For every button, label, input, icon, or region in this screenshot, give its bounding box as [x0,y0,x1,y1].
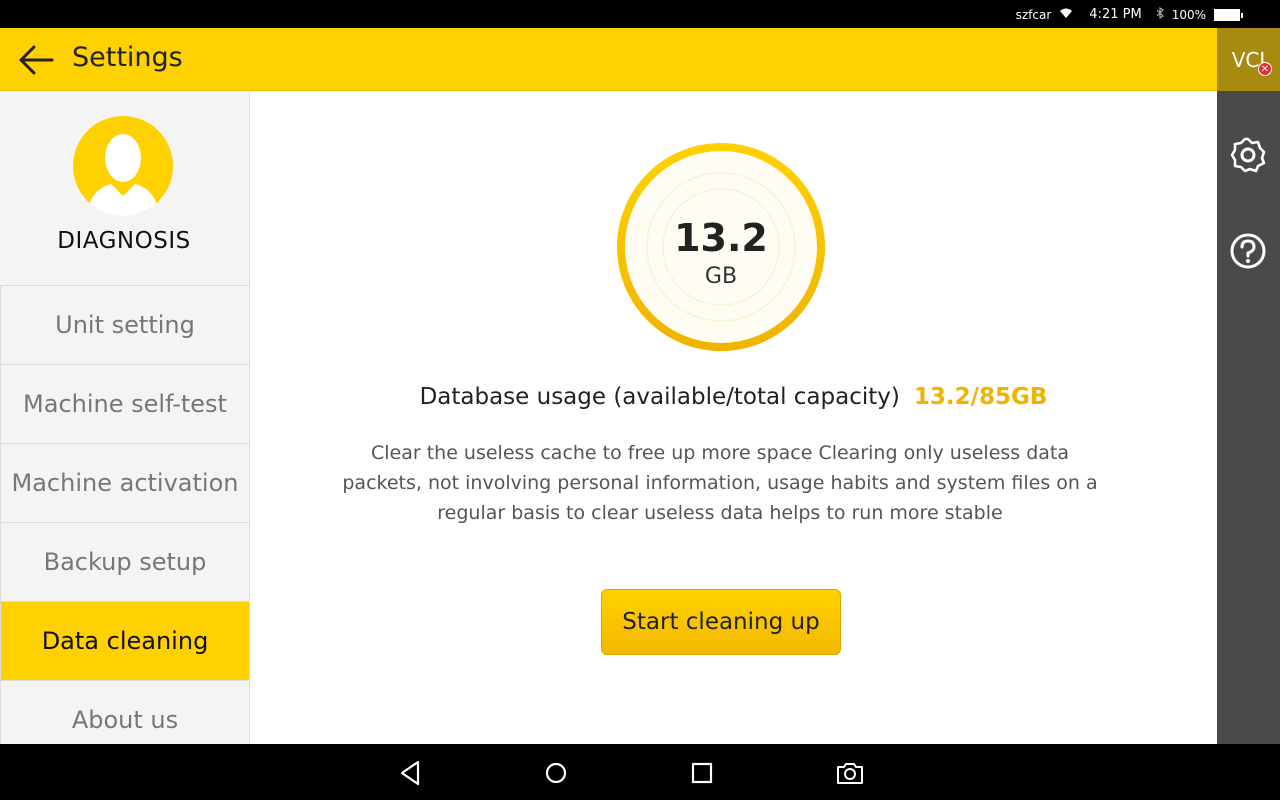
clock: 4:21 PM [1089,7,1142,22]
battery-percent: 100% [1171,7,1206,22]
sidebar-item-machine-activation[interactable]: Machine activation [0,444,249,523]
disconnected-icon: ✕ [1258,62,1272,76]
header-bar: Settings [0,28,1217,91]
bluetooth-icon [1156,6,1164,22]
profile-name: DIAGNOSIS [57,228,191,254]
camera-icon[interactable] [835,758,865,788]
profile-section: DIAGNOSIS [0,92,249,286]
start-cleaning-button[interactable]: Start cleaning up [601,589,841,655]
vci-button[interactable]: VCI ✕ [1217,28,1280,91]
sidebar-item-label: About us [71,706,179,734]
sidebar: DIAGNOSIS Unit setting Machine self-test… [0,92,250,744]
main-content: 13.2 GB Database usage (available/total … [250,92,1217,744]
gear-icon[interactable] [1229,136,1267,174]
right-toolbar: VCI ✕ [1217,28,1280,744]
back-arrow-icon[interactable] [16,42,56,78]
sidebar-item-data-cleaning[interactable]: Data cleaning [0,602,249,681]
avatar-icon [73,116,173,216]
battery-icon [1214,8,1243,21]
gauge-unit: GB [704,264,738,289]
system-nav-bar [0,744,1280,800]
sidebar-item-label: Data cleaning [41,627,209,655]
sidebar-item-unit-setting[interactable]: Unit setting [0,286,249,365]
sidebar-item-backup-setup[interactable]: Backup setup [0,523,249,602]
sidebar-item-label: Machine activation [11,469,239,497]
cleaning-description: Clear the useless cache to free up more … [342,442,1098,524]
nav-recents-icon[interactable] [687,758,717,788]
help-icon[interactable] [1229,232,1267,270]
sidebar-item-about-us[interactable]: About us [0,681,249,744]
nav-back-icon[interactable] [396,758,426,788]
status-bar: szfcar 4:21 PM 100% [0,0,1280,28]
carrier-label: szfcar [1015,7,1052,22]
gauge-value: 13.2 [674,216,768,260]
usage-label: Database usage (available/total capacity… [419,384,900,410]
sidebar-item-label: Machine self-test [23,390,227,418]
sidebar-item-label: Backup setup [43,548,207,576]
page-title: Settings [72,42,183,73]
nav-home-icon[interactable] [541,758,571,788]
sidebar-item-label: Unit setting [55,311,195,339]
wifi-icon [1059,7,1073,22]
sidebar-item-machine-self-test[interactable]: Machine self-test [0,365,249,444]
usage-line: Database usage (available/total capacity… [250,384,1217,410]
usage-value: 13.2/85GB [913,384,1048,410]
